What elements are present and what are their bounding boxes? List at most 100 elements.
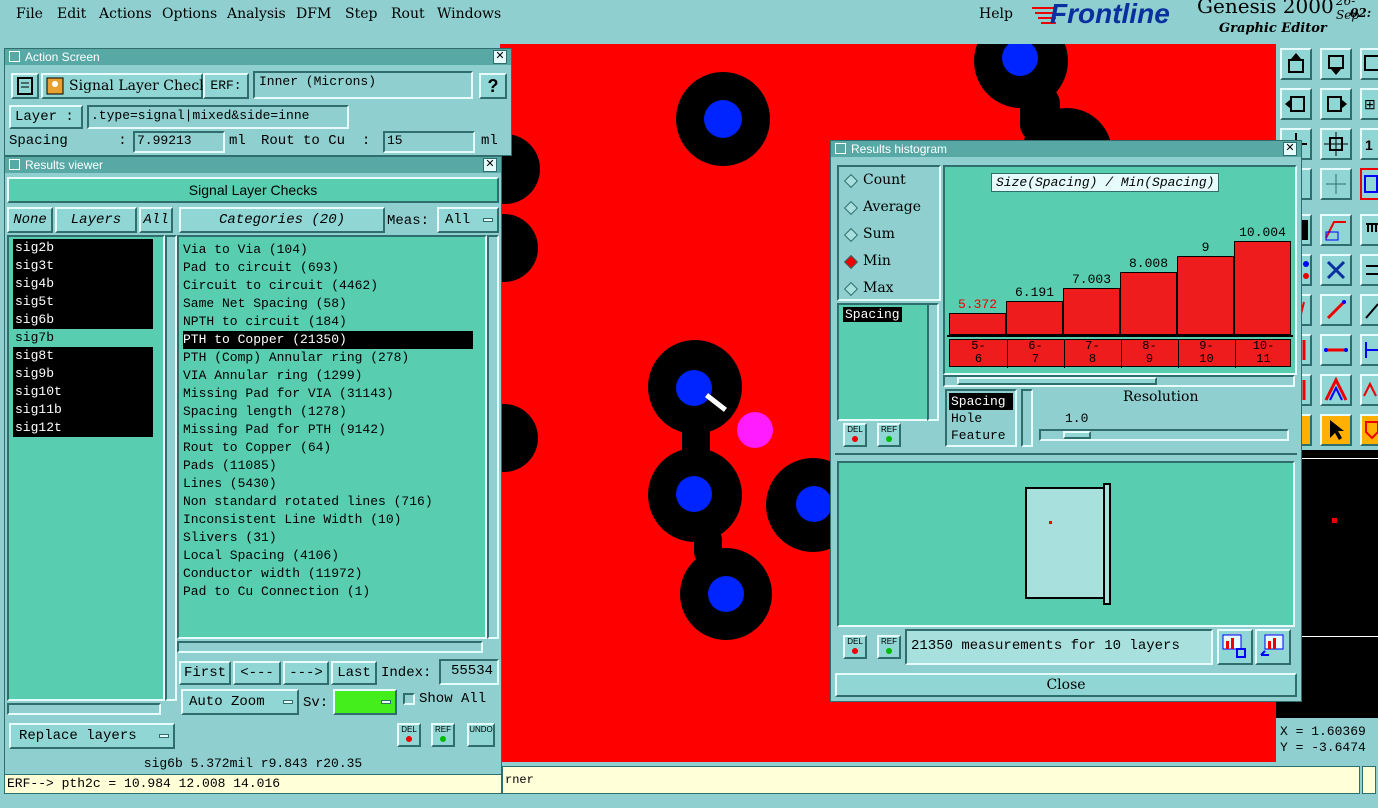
resolution-slider[interactable] — [1039, 429, 1289, 441]
toolbar-delete-icon[interactable] — [1320, 254, 1352, 286]
layer-list-item[interactable]: sig8t — [13, 347, 153, 365]
category-list-item[interactable]: PTH to Copper (21350) — [183, 331, 473, 349]
export-chart-icon[interactable] — [1217, 629, 1253, 665]
category-list-item[interactable]: Rout to Copper (64) — [183, 439, 473, 457]
layer-list-item[interactable]: sig3t — [13, 257, 153, 275]
spacing-field[interactable]: 7.99213 — [133, 131, 225, 153]
results-viewer-close-icon[interactable]: ✕ — [483, 158, 497, 172]
attribute-select-list[interactable]: Spacing Hole Feature — [945, 389, 1017, 447]
layer-list-item[interactable]: sig12t — [13, 419, 153, 437]
category-list-item[interactable]: Lines (5430) — [183, 475, 473, 493]
erf-button[interactable]: ERF: — [203, 73, 249, 99]
category-list-item[interactable]: Conductor width (11972) — [183, 565, 473, 583]
layer-list-item[interactable]: sig7b — [13, 329, 153, 347]
category-list-item[interactable]: Missing Pad for VIA (31143) — [183, 385, 473, 403]
none-button[interactable]: None — [7, 207, 53, 233]
menu-analysis[interactable]: Analysis — [227, 6, 286, 22]
histogram-close-icon[interactable]: ✕ — [1283, 142, 1297, 156]
toolbar-download-icon[interactable] — [1320, 48, 1352, 80]
menu-options[interactable]: Options — [162, 6, 217, 22]
layer-list-item[interactable]: sig4b — [13, 275, 153, 293]
index-field[interactable]: 55534 — [439, 659, 499, 685]
toolbar-vpin-icon[interactable] — [1360, 334, 1378, 366]
toolbar-window-icon[interactable] — [1360, 48, 1378, 80]
menu-windows[interactable]: Windows — [437, 6, 501, 22]
sv-dropdown[interactable] — [333, 689, 397, 715]
category-list-item[interactable]: Via to Via (104) — [183, 241, 473, 259]
toolbar-number-icon[interactable]: 1 — [1360, 128, 1378, 160]
layers-button[interactable]: Layers — [55, 207, 137, 233]
menu-actions[interactable]: Actions — [99, 6, 152, 22]
histogram-bar[interactable] — [1063, 288, 1120, 335]
histogram-hscrollbar[interactable] — [943, 375, 1295, 387]
category-list-item[interactable]: VIA Annular ring (1299) — [183, 367, 473, 385]
toolbar-edit-shape-icon[interactable] — [1320, 214, 1352, 246]
action-name-button[interactable]: Signal Layer Checks — [41, 73, 215, 99]
toolbar-right-icon[interactable] — [1320, 88, 1352, 120]
toolbar-left-icon[interactable] — [1280, 88, 1312, 120]
histogram-bar[interactable] — [1177, 256, 1234, 335]
results-viewer-titlebar[interactable]: Results viewer ✕ — [5, 157, 501, 173]
help-button[interactable]: ? — [479, 73, 507, 99]
preview-ref-button[interactable]: REF — [877, 635, 901, 659]
last-button[interactable]: Last — [331, 661, 377, 685]
next-button[interactable]: ---> — [283, 661, 329, 685]
toolbar-grid-icon[interactable] — [1320, 168, 1352, 200]
toolbar-upload-icon[interactable] — [1280, 48, 1312, 80]
resolution-slider-thumb[interactable] — [1063, 431, 1091, 439]
categories-button[interactable]: Categories (20) — [179, 207, 385, 233]
category-list-item[interactable]: Circuit to circuit (4462) — [183, 277, 473, 295]
erf-field[interactable]: Inner (Microns) — [253, 71, 473, 99]
toolbar-zigzag-icon[interactable] — [1360, 374, 1378, 406]
category-list-item[interactable]: PTH (Comp) Annular ring (278) — [183, 349, 473, 367]
window-menu-icon[interactable] — [9, 51, 20, 62]
toolbar-corner-icon[interactable] — [1360, 294, 1378, 326]
histogram-bar[interactable] — [1120, 272, 1177, 335]
layer-list-item[interactable]: sig9b — [13, 365, 153, 383]
category-list-item[interactable]: Missing Pad for PTH (9142) — [183, 421, 473, 439]
undo-button[interactable]: UNDO — [467, 723, 495, 747]
toolbar-comb-icon[interactable] — [1360, 214, 1378, 246]
close-button[interactable]: Close — [835, 673, 1297, 697]
attribute-list-scrollbar[interactable] — [927, 303, 939, 421]
layer-button[interactable]: Layer : — [9, 105, 83, 129]
rout-field[interactable]: 15 — [383, 131, 475, 153]
toolbar-center-icon[interactable] — [1320, 128, 1352, 160]
auto-zoom-dropdown[interactable]: Auto Zoom — [181, 689, 299, 715]
toolbar-slash-icon[interactable] — [1320, 294, 1352, 326]
histogram-bar[interactable] — [949, 313, 1006, 335]
toolbar-arc-icon[interactable] — [1320, 374, 1352, 406]
preview-del-button[interactable]: DEL — [843, 635, 867, 659]
replace-layers-dropdown[interactable]: Replace layers — [9, 723, 175, 749]
meas-dropdown[interactable]: All — [437, 207, 499, 233]
mode-radio-sum[interactable]: Sum — [839, 221, 939, 248]
mode-radio-average[interactable]: Average — [839, 194, 939, 221]
window-menu-icon[interactable] — [9, 159, 20, 170]
layer-list-item[interactable]: sig6b — [13, 311, 153, 329]
ref-button[interactable]: REF — [431, 723, 455, 747]
menu-file[interactable]: File — [16, 6, 43, 22]
category-list-item[interactable]: Pad to Cu Connection (1) — [183, 583, 473, 601]
toolbar-hline-icon[interactable] — [1320, 334, 1352, 366]
toolbar-scale-icon[interactable]: ⊞ — [1360, 88, 1378, 120]
command-line[interactable]: rner — [502, 766, 1360, 794]
category-list[interactable]: Via to Via (104) Pad to circuit (693) Circ… — [177, 235, 487, 639]
mode-radio-max[interactable]: Max — [839, 275, 939, 302]
all-layers-button[interactable]: All — [139, 207, 173, 233]
toolbar-select-icon[interactable] — [1360, 168, 1378, 200]
category-list-item[interactable]: Local Spacing (4106) — [183, 547, 473, 565]
layer-list-item[interactable]: sig2b — [13, 239, 153, 257]
prev-button[interactable]: <--- — [233, 661, 281, 685]
category-list-scrollbar[interactable] — [487, 235, 499, 639]
first-button[interactable]: First — [179, 661, 231, 685]
toolbar-pointer-icon[interactable] — [1320, 414, 1352, 446]
category-list-item[interactable]: Inconsistent Line Width (10) — [183, 511, 473, 529]
menu-dfm[interactable]: DFM — [296, 6, 331, 22]
toolbar-shield-icon[interactable] — [1360, 414, 1378, 446]
attribute-select-item[interactable]: Feature — [949, 427, 1013, 444]
status-right-box[interactable] — [1362, 766, 1376, 794]
category-list-item[interactable]: Spacing length (1278) — [183, 403, 473, 421]
histogram-del-button[interactable]: DEL — [843, 423, 867, 447]
action-list-icon[interactable] — [11, 73, 39, 99]
action-screen-titlebar[interactable]: Action Screen ✕ — [5, 49, 511, 65]
